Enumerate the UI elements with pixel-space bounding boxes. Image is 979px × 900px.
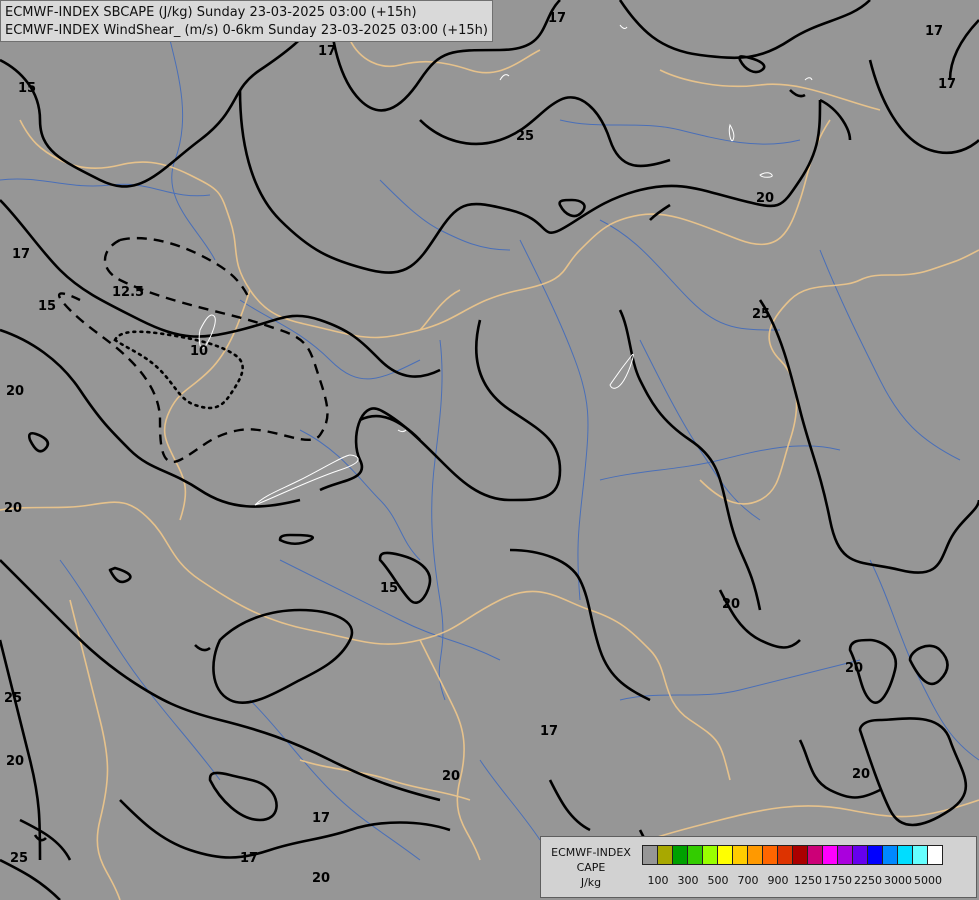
map-title-line-1: ECMWF-INDEX SBCAPE (J/kg) Sunday 23-03-2… (5, 5, 417, 20)
legend-swatch (777, 845, 793, 865)
legend-tick-label: 300 (677, 874, 699, 887)
contour-label: 17 (312, 811, 330, 826)
legend-tick-label: 1750 (824, 874, 852, 887)
legend-swatch (822, 845, 838, 865)
contour-label: 20 (852, 767, 870, 782)
legend-tick-label: 1250 (794, 874, 822, 887)
contour-label: 20 (442, 769, 460, 784)
legend-tick-label: 700 (737, 874, 759, 887)
legend-tick-label: 500 (707, 874, 729, 887)
contour-label: 25 (516, 129, 534, 144)
legend-swatch (852, 845, 868, 865)
contour-label: 25 (4, 691, 22, 706)
legend-tick-label: 2250 (854, 874, 882, 887)
contour-label: 17 (938, 77, 956, 92)
map-title-box: ECMWF-INDEX SBCAPE (J/kg) Sunday 23-03-2… (0, 0, 493, 42)
legend-swatch (702, 845, 718, 865)
contour-label: 25 (752, 307, 770, 322)
legend-tick-label: 100 (647, 874, 669, 887)
legend-tick-label: 5000 (914, 874, 942, 887)
legend-swatch (807, 845, 823, 865)
legend-swatch (732, 845, 748, 865)
legend-title-line-3: J/kg (580, 876, 602, 889)
legend-swatch (867, 845, 883, 865)
contour-label: 20 (6, 384, 24, 399)
legend-tick-label: 3000 (884, 874, 912, 887)
legend-swatch (717, 845, 733, 865)
legend-swatch (897, 845, 913, 865)
contour-label: 17 (318, 44, 336, 59)
cape-legend: ECMWF-INDEX CAPE J/kg 100 300 500 700 900 125… (540, 836, 977, 898)
contour-label: 15 (18, 81, 36, 96)
contour-label: 20 (312, 871, 330, 886)
legend-swatch (642, 845, 658, 865)
legend-tick-label: 900 (767, 874, 789, 887)
contour-label: 17 (925, 24, 943, 39)
legend-swatch (927, 845, 943, 865)
contour-label: 20 (6, 754, 24, 769)
legend-swatch (912, 845, 928, 865)
legend-tick-labels: 100 300 500 700 900 1250 1750 2250 3000 5000 (642, 874, 972, 888)
contour-label: 17 (540, 724, 558, 739)
legend-swatch (687, 845, 703, 865)
legend-swatch (672, 845, 688, 865)
legend-swatch (792, 845, 808, 865)
map-title-line-2: ECMWF-INDEX WindShear_ (m/s) 0-6km Sunda… (5, 23, 488, 38)
map-canvas: 17 17 17 17 17 17 17 17 15 15 15 20 20 2… (0, 0, 979, 900)
contour-label: 12.5 (112, 285, 144, 300)
contour-label: 17 (12, 247, 30, 262)
contour-label: 17 (548, 11, 566, 26)
contour-label: 25 (10, 851, 28, 866)
contour-label: 20 (722, 597, 740, 612)
legend-swatch (882, 845, 898, 865)
legend-title-line-1: ECMWF-INDEX (551, 846, 631, 859)
legend-swatch (837, 845, 853, 865)
map-background (0, 0, 979, 900)
legend-swatch (657, 845, 673, 865)
contour-label: 15 (38, 299, 56, 314)
legend-swatch (762, 845, 778, 865)
legend-color-scale (642, 845, 943, 865)
contour-label: 20 (4, 501, 22, 516)
legend-title-line-2: CAPE (576, 861, 606, 874)
contour-label: 15 (380, 581, 398, 596)
weather-map: 17 17 17 17 17 17 17 17 15 15 15 20 20 2… (0, 0, 979, 900)
contour-label: 20 (756, 191, 774, 206)
contour-label: 10 (190, 344, 208, 359)
contour-label: 20 (845, 661, 863, 676)
legend-title: ECMWF-INDEX CAPE J/kg (545, 845, 637, 890)
contour-label: 17 (240, 851, 258, 866)
legend-swatch (747, 845, 763, 865)
